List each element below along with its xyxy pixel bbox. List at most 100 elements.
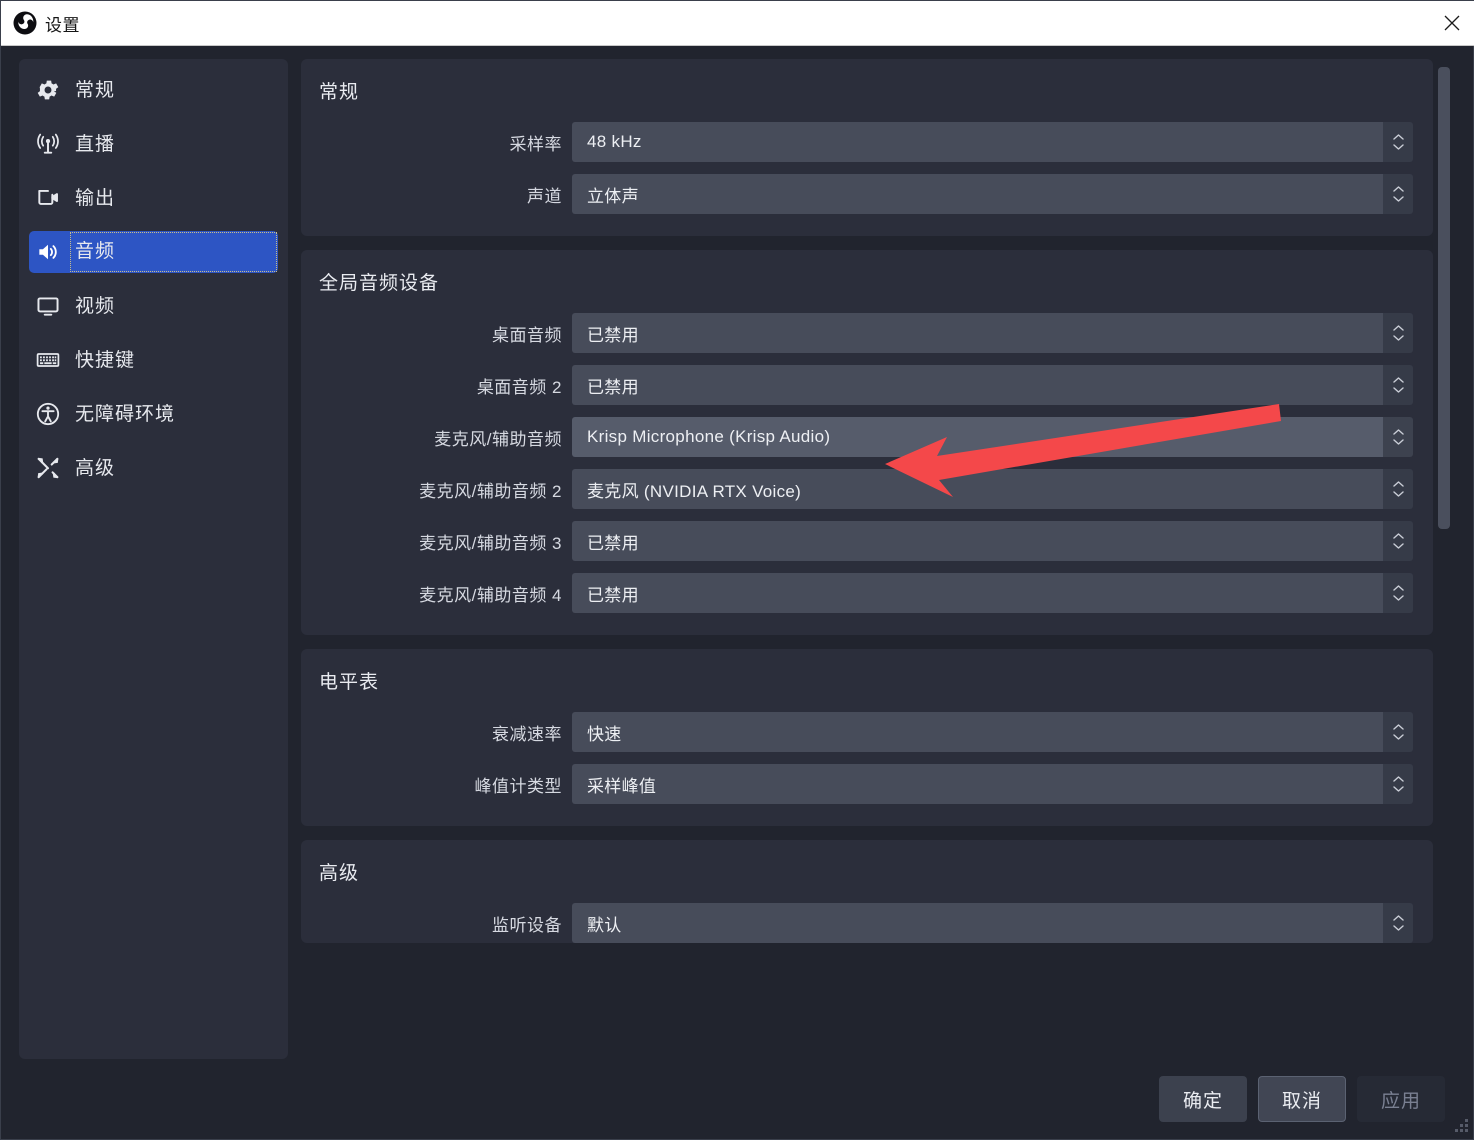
chevron-updown-icon[interactable] — [1383, 903, 1413, 943]
chevron-updown-icon[interactable] — [1383, 764, 1413, 804]
desktop-audio-2-combobox[interactable]: 已禁用 — [572, 365, 1413, 405]
ok-button[interactable]: 确定 — [1159, 1076, 1247, 1122]
combobox-value: 快速 — [572, 712, 1383, 752]
form-row-peak-meter-type: 峰值计类型 采样峰值 — [301, 764, 1413, 804]
row-label: 麦克风/辅助音频 4 — [419, 585, 562, 605]
sidebar-item-label: 输出 — [75, 187, 116, 209]
mic-aux-audio-3-combobox[interactable]: 已禁用 — [572, 521, 1413, 561]
row-label: 桌面音频 — [492, 325, 562, 345]
form-row-desktop-audio-2: 桌面音频 2 已禁用 — [301, 365, 1413, 405]
tools-icon — [35, 455, 69, 481]
sample-rate-combobox[interactable]: 48 kHz — [572, 122, 1413, 162]
window-title: 设置 — [45, 15, 80, 35]
combobox-value: 已禁用 — [572, 521, 1383, 561]
advanced-group: 高级 监听设备 默认 — [301, 840, 1433, 943]
monitoring-device-combobox[interactable]: 默认 — [572, 903, 1413, 943]
form-row-channels: 声道 立体声 — [301, 174, 1413, 214]
mic-aux-audio-combobox[interactable]: Krisp Microphone (Krisp Audio) — [572, 417, 1413, 457]
combobox-value: 默认 — [572, 903, 1383, 943]
sidebar-item-label: 快捷键 — [75, 349, 136, 371]
gear-icon — [35, 77, 69, 103]
desktop-audio-combobox[interactable]: 已禁用 — [572, 313, 1413, 353]
row-label: 桌面音频 2 — [476, 377, 562, 397]
sidebar-item-label: 无障碍环境 — [75, 403, 176, 425]
combobox-value: 立体声 — [572, 174, 1383, 214]
apply-button: 应用 — [1357, 1076, 1445, 1122]
row-label: 麦克风/辅助音频 2 — [419, 481, 562, 501]
chevron-updown-icon[interactable] — [1383, 712, 1413, 752]
close-icon[interactable] — [1429, 1, 1474, 45]
row-label: 峰值计类型 — [474, 776, 562, 796]
dialog-footer: 确定 取消 应用 — [1, 1059, 1474, 1139]
general-group: 常规 采样率 48 kHz 声道 立体声 — [301, 59, 1433, 236]
chevron-updown-icon[interactable] — [1383, 365, 1413, 405]
monitor-icon — [35, 293, 69, 319]
chevron-updown-icon[interactable] — [1383, 174, 1413, 214]
decay-rate-combobox[interactable]: 快速 — [572, 712, 1413, 752]
combobox-value: Krisp Microphone (Krisp Audio) — [572, 417, 1383, 457]
form-row-mic-aux-audio-4: 麦克风/辅助音频 4 已禁用 — [301, 573, 1413, 613]
channels-combobox[interactable]: 立体声 — [572, 174, 1413, 214]
combobox-value: 已禁用 — [572, 313, 1383, 353]
row-label: 声道 — [527, 186, 562, 206]
sidebar-item-advanced[interactable]: 高级 — [29, 447, 278, 489]
form-row-monitoring-device: 监听设备 默认 — [301, 903, 1413, 943]
form-row-decay-rate: 衰减速率 快速 — [301, 712, 1413, 752]
form-row-desktop-audio: 桌面音频 已禁用 — [301, 313, 1413, 353]
sidebar: 常规 直播 输出 音频 视频 快捷键 无障碍环境 高级 — [19, 59, 288, 1059]
row-label: 麦克风/辅助音频 — [434, 429, 562, 449]
title-bar: 设置 — [1, 1, 1474, 46]
chevron-updown-icon[interactable] — [1383, 313, 1413, 353]
sidebar-item-general[interactable]: 常规 — [29, 69, 278, 111]
sidebar-item-label: 视频 — [75, 295, 116, 317]
speaker-icon — [35, 239, 69, 265]
sidebar-item-label: 音频 — [70, 232, 277, 272]
camera-output-icon — [35, 185, 69, 211]
form-row-mic-aux-audio: 麦克风/辅助音频 Krisp Microphone (Krisp Audio) — [301, 417, 1413, 457]
mic-aux-audio-2-combobox[interactable]: 麦克风 (NVIDIA RTX Voice) — [572, 469, 1413, 509]
row-label: 麦克风/辅助音频 3 — [419, 533, 562, 553]
group-title: 常规 — [319, 82, 360, 103]
peak-meter-type-combobox[interactable]: 采样峰值 — [572, 764, 1413, 804]
sidebar-item-stream[interactable]: 直播 — [29, 123, 278, 165]
combobox-value: 麦克风 (NVIDIA RTX Voice) — [572, 469, 1383, 509]
sidebar-item-label: 高级 — [75, 457, 116, 479]
form-row-sample-rate: 采样率 48 kHz — [301, 122, 1413, 162]
sidebar-item-hotkeys[interactable]: 快捷键 — [29, 339, 278, 381]
sidebar-item-output[interactable]: 输出 — [29, 177, 278, 219]
global-audio-devices-group: 全局音频设备 桌面音频 已禁用 桌面音频 2 已禁用 麦克风/辅助音频 Kris… — [301, 250, 1433, 635]
combobox-value: 已禁用 — [572, 573, 1383, 613]
row-label: 监听设备 — [492, 915, 562, 935]
sidebar-item-label: 直播 — [75, 133, 116, 155]
combobox-value: 已禁用 — [572, 365, 1383, 405]
chevron-updown-icon[interactable] — [1383, 122, 1413, 162]
form-row-mic-aux-audio-3: 麦克风/辅助音频 3 已禁用 — [301, 521, 1413, 561]
combobox-value: 48 kHz — [572, 122, 1383, 162]
keyboard-icon — [35, 347, 69, 373]
row-label: 采样率 — [509, 134, 562, 154]
accessibility-icon — [35, 401, 69, 427]
sidebar-item-label: 常规 — [75, 79, 116, 101]
chevron-updown-icon[interactable] — [1383, 469, 1413, 509]
settings-content-scroll[interactable]: 常规 采样率 48 kHz 声道 立体声 全局音频设备 桌面音频 已禁用 桌面音… — [301, 59, 1433, 989]
cancel-button[interactable]: 取消 — [1258, 1076, 1346, 1122]
chevron-updown-icon[interactable] — [1383, 417, 1413, 457]
mic-aux-audio-4-combobox[interactable]: 已禁用 — [572, 573, 1413, 613]
content-scrollbar-thumb[interactable] — [1438, 67, 1450, 529]
sidebar-item-audio[interactable]: 音频 — [29, 231, 278, 273]
sidebar-item-video[interactable]: 视频 — [29, 285, 278, 327]
sidebar-item-accessibility[interactable]: 无障碍环境 — [29, 393, 278, 435]
level-meter-group: 电平表 衰减速率 快速 峰值计类型 采样峰值 — [301, 649, 1433, 826]
form-row-mic-aux-audio-2: 麦克风/辅助音频 2 麦克风 (NVIDIA RTX Voice) — [301, 469, 1413, 509]
obs-logo-icon — [13, 11, 37, 35]
group-title: 全局音频设备 — [319, 273, 440, 294]
combobox-value: 采样峰值 — [572, 764, 1383, 804]
settings-window: 设置 常规 直播 输出 音频 视频 快捷键 无障碍环境 高级 常规 采样率 48… — [0, 0, 1474, 1140]
group-title: 电平表 — [319, 672, 380, 693]
resize-grip[interactable] — [1455, 1119, 1469, 1133]
chevron-updown-icon[interactable] — [1383, 573, 1413, 613]
broadcast-icon — [35, 131, 69, 157]
row-label: 衰减速率 — [492, 724, 562, 744]
group-title: 高级 — [319, 863, 360, 884]
chevron-updown-icon[interactable] — [1383, 521, 1413, 561]
